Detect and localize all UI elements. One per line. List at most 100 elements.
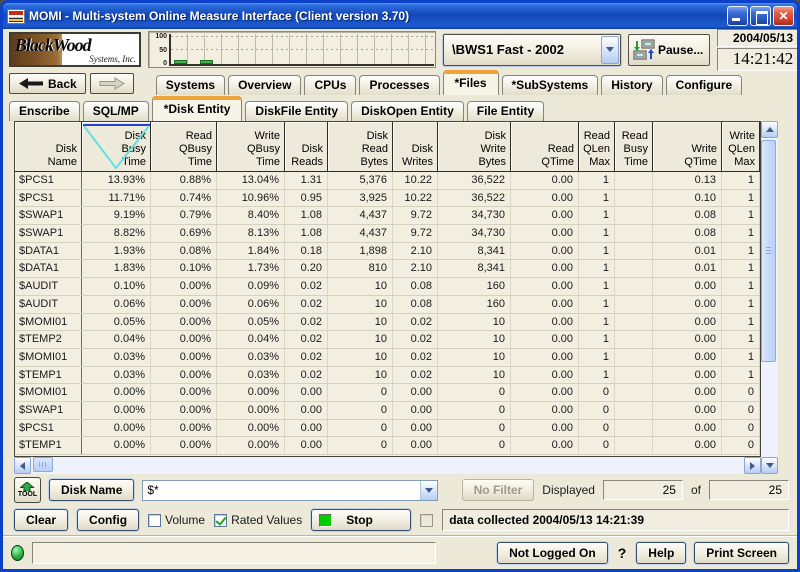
table-row[interactable]: $MOMI01 0.03% 0.00% 0.03% 0.02 10 0.02 1… (15, 349, 760, 367)
volume-checkbox-group[interactable]: Volume (148, 513, 205, 527)
table-row[interactable]: $MOMI01 0.05% 0.00% 0.05% 0.02 10 0.02 1… (15, 314, 760, 332)
cell-write-qtime: 0.00 (653, 402, 722, 419)
status-checkbox[interactable] (420, 514, 433, 527)
horizontal-scrollbar[interactable] (14, 457, 761, 474)
table-row[interactable]: $DATA1 1.93% 0.08% 1.84% 0.18 1,898 2.10… (15, 243, 760, 261)
main-tab[interactable]: Configure (666, 75, 743, 95)
not-logged-on-button[interactable]: Not Logged On (497, 542, 608, 564)
vertical-scrollbar[interactable] (761, 121, 778, 474)
scroll-up-button[interactable] (761, 121, 778, 138)
column-header[interactable]: Disk Reads (285, 122, 328, 171)
stop-button[interactable]: Stop (311, 509, 411, 531)
pause-button[interactable]: Pause... (628, 34, 710, 66)
main-tab[interactable]: Processes (359, 75, 439, 95)
disk-name-filter-button[interactable]: Disk Name (49, 479, 134, 501)
tool-button[interactable]: TOOL (14, 477, 41, 503)
maximize-button[interactable] (750, 6, 771, 26)
column-header[interactable]: Write QBusy Time (217, 122, 285, 171)
cell-write-qtime: 0.00 (653, 314, 722, 331)
volume-label: Volume (165, 513, 205, 527)
column-header[interactable]: Disk Write Bytes (438, 122, 511, 171)
table-row[interactable]: $TEMP2 0.04% 0.00% 0.04% 0.02 10 0.02 10… (15, 331, 760, 349)
sub-tab[interactable]: SQL/MP (83, 101, 149, 121)
forward-button[interactable] (90, 73, 134, 94)
table-row[interactable]: $TEMP1 0.00% 0.00% 0.00% 0.00 0 0.00 0 0… (15, 437, 760, 455)
question-mark-button[interactable]: ? (616, 545, 629, 561)
table-row[interactable]: $DATA1 1.83% 0.10% 1.73% 0.20 810 2.10 8… (15, 260, 760, 278)
back-button[interactable]: Back (9, 73, 86, 94)
column-header[interactable]: Write QTime (653, 122, 722, 171)
cell-read-busy-time (615, 331, 653, 348)
main-tab[interactable]: *Files (443, 70, 499, 95)
scroll-left-button[interactable] (14, 457, 31, 474)
filter-combobox[interactable] (142, 480, 438, 501)
scroll-down-button[interactable] (761, 457, 778, 474)
system-selector[interactable]: \BWS1 Fast - 2002 (443, 34, 621, 66)
cell-write-qbusy-time: 8.13% (217, 225, 285, 242)
table-row[interactable]: $TEMP1 0.03% 0.00% 0.03% 0.02 10 0.02 10… (15, 367, 760, 385)
column-header[interactable]: Disk Writes (393, 122, 438, 171)
column-header[interactable]: Read QLen Max (579, 122, 615, 171)
combo-chevron-down-icon[interactable] (420, 481, 437, 500)
cell-read-qlen-max: 1 (579, 349, 615, 366)
cell-read-qlen-max: 1 (579, 190, 615, 207)
column-header[interactable]: Disk Name (15, 122, 82, 171)
cell-read-qlen-max: 1 (579, 172, 615, 189)
main-tab[interactable]: Overview (228, 75, 301, 95)
rated-values-checkbox-group[interactable]: Rated Values (214, 513, 302, 527)
vertical-scroll-thumb[interactable] (761, 140, 776, 362)
column-header[interactable]: Read QTime (511, 122, 579, 171)
sub-tab[interactable]: File Entity (467, 101, 544, 121)
column-header[interactable]: Read QBusy Time (151, 122, 217, 171)
titlebar[interactable]: MOMI - Multi-system Online Measure Inter… (3, 3, 797, 29)
table-row[interactable]: $SWAP1 0.00% 0.00% 0.00% 0.00 0 0.00 0 0… (15, 402, 760, 420)
cell-disk-name: $DATA1 (15, 243, 82, 260)
table-row[interactable]: $AUDIT 0.10% 0.00% 0.09% 0.02 10 0.08 16… (15, 278, 760, 296)
sub-tab[interactable]: DiskFile Entity (245, 101, 348, 121)
no-filter-button[interactable]: No Filter (462, 479, 535, 501)
column-header[interactable]: Disk Read Bytes (328, 122, 393, 171)
horizontal-scroll-thumb[interactable] (33, 457, 53, 472)
table-row[interactable]: $SWAP1 9.19% 0.79% 8.40% 1.08 4,437 9.72… (15, 207, 760, 225)
table-row[interactable]: $PCS1 0.00% 0.00% 0.00% 0.00 0 0.00 0 0.… (15, 420, 760, 438)
sub-tab[interactable]: DiskOpen Entity (351, 101, 464, 121)
main-tab[interactable]: Systems (156, 75, 225, 95)
forward-arrow-icon (99, 77, 125, 90)
cell-disk-name: $TEMP1 (15, 367, 82, 384)
cell-read-qbusy-time: 0.88% (151, 172, 217, 189)
clear-button[interactable]: Clear (14, 509, 68, 531)
sub-tab[interactable]: Enscribe (9, 101, 80, 121)
filter-input[interactable] (143, 481, 420, 500)
sub-tab[interactable]: *Disk Entity (152, 96, 243, 121)
cell-disk-write-bytes: 36,522 (438, 172, 511, 189)
column-header[interactable]: Disk Busy Time (82, 122, 151, 171)
cell-disk-busy-time: 0.00% (82, 402, 151, 419)
close-button[interactable] (773, 6, 794, 26)
cell-write-qtime: 0.00 (653, 331, 722, 348)
table-row[interactable]: $PCS1 13.93% 0.88% 13.04% 1.31 5,376 10.… (15, 172, 760, 190)
main-tab[interactable]: *SubSystems (502, 75, 599, 95)
volume-checkbox[interactable] (148, 514, 161, 527)
horizontal-scroll-track[interactable] (31, 457, 744, 474)
column-header[interactable]: Write QLen Max (722, 122, 760, 171)
cell-read-busy-time (615, 367, 653, 384)
table-row[interactable]: $MOMI01 0.00% 0.00% 0.00% 0.00 0 0.00 0 … (15, 384, 760, 402)
cell-read-busy-time (615, 437, 653, 454)
vertical-scroll-track[interactable] (761, 138, 778, 457)
table-row[interactable]: $SWAP1 8.82% 0.69% 8.13% 1.08 4,437 9.72… (15, 225, 760, 243)
config-button[interactable]: Config (77, 509, 139, 531)
main-tab[interactable]: CPUs (304, 75, 356, 95)
scroll-right-button[interactable] (744, 457, 761, 474)
minimize-button[interactable] (727, 6, 748, 26)
table-row[interactable]: $AUDIT 0.06% 0.00% 0.06% 0.02 10 0.08 16… (15, 296, 760, 314)
rated-values-checkbox[interactable] (214, 514, 227, 527)
column-header[interactable]: Read Busy Time (615, 122, 653, 171)
chevron-down-icon[interactable] (601, 36, 619, 64)
cell-disk-writes: 2.10 (393, 243, 438, 260)
app-window: MOMI - Multi-system Online Measure Inter… (0, 0, 800, 572)
print-screen-button[interactable]: Print Screen (694, 542, 789, 564)
main-tab[interactable]: History (601, 75, 662, 95)
help-button[interactable]: Help (636, 542, 686, 564)
table-row[interactable]: $PCS1 11.71% 0.74% 10.96% 0.95 3,925 10.… (15, 190, 760, 208)
back-arrow-icon (18, 77, 44, 90)
